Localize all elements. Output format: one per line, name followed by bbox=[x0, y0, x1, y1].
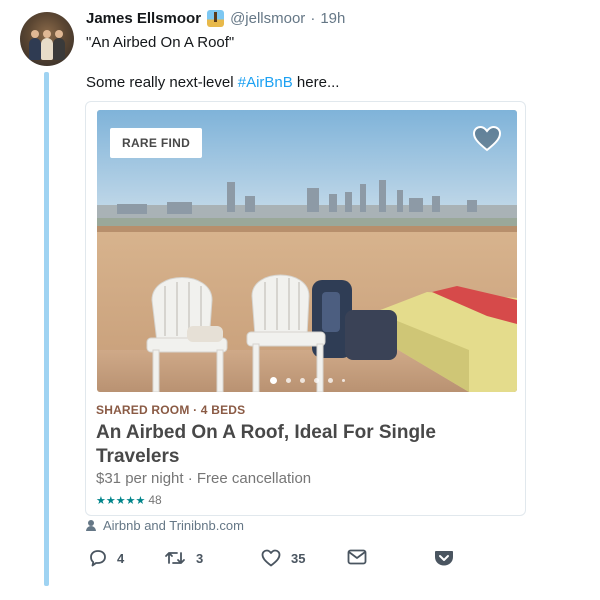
tweet-text-line2: Some really next-level #AirBnB here... bbox=[86, 73, 339, 93]
pager-dot[interactable] bbox=[341, 379, 345, 382]
avatar-face bbox=[43, 30, 51, 38]
rare-find-badge: RARE FIND bbox=[110, 128, 203, 158]
tweet-actions: 4 3 35 bbox=[86, 549, 466, 573]
heart-icon[interactable] bbox=[473, 126, 501, 152]
tweet-text-suffix: here... bbox=[292, 74, 340, 91]
like-button[interactable]: 35 bbox=[261, 549, 305, 567]
tweet-timestamp[interactable]: 19h bbox=[320, 10, 345, 27]
envelope-icon bbox=[347, 549, 367, 565]
listing-card[interactable]: RARE FIND SHARED ROOM · 4 BEDS An Airbed… bbox=[85, 101, 526, 516]
direct-message-button[interactable] bbox=[347, 549, 367, 565]
avatar-figure bbox=[29, 38, 41, 60]
beach-emoji-icon bbox=[207, 10, 225, 27]
pager-dot[interactable] bbox=[269, 377, 277, 384]
avatar-figure bbox=[41, 38, 53, 60]
price-line: $31 per night · Free cancellation bbox=[96, 470, 312, 487]
avatar[interactable] bbox=[20, 12, 74, 66]
separator-dot: · bbox=[310, 10, 316, 27]
tweet-text-prefix: Some really next-level bbox=[86, 74, 238, 91]
thread-line bbox=[44, 72, 49, 586]
author-name[interactable]: James Ellsmoor bbox=[86, 10, 201, 27]
like-icon bbox=[261, 549, 281, 567]
pager-dot[interactable] bbox=[285, 378, 291, 383]
reply-count: 4 bbox=[117, 550, 125, 566]
card-source[interactable]: Airbnb and Trinibnb.com bbox=[86, 518, 244, 533]
rating: ★★★★★ 48 bbox=[96, 493, 162, 507]
listing-title[interactable]: An Airbed On A Roof, Ideal For Single Tr… bbox=[96, 421, 506, 469]
review-count: 48 bbox=[148, 493, 162, 507]
pager-dot[interactable] bbox=[313, 378, 319, 383]
like-count: 35 bbox=[291, 550, 306, 566]
retweet-button[interactable]: 3 bbox=[164, 549, 203, 567]
pocket-icon bbox=[435, 551, 453, 566]
star-rating-icon: ★★★★★ bbox=[96, 494, 146, 507]
tweet-header: James Ellsmoor @jellsmoor · 19h bbox=[86, 10, 345, 27]
listing-photo[interactable]: RARE FIND bbox=[97, 110, 517, 392]
tweet-text-line1: "An Airbed On A Roof" bbox=[86, 34, 235, 51]
author-handle[interactable]: @jellsmoor bbox=[230, 10, 305, 27]
person-icon bbox=[86, 520, 96, 531]
pocket-button[interactable] bbox=[434, 549, 454, 567]
pager-dot[interactable] bbox=[299, 378, 305, 383]
avatar-face bbox=[31, 30, 39, 38]
hashtag-link[interactable]: #AirBnB bbox=[238, 74, 293, 91]
reply-button[interactable]: 4 bbox=[89, 549, 124, 567]
card-source-text[interactable]: Airbnb and Trinibnb.com bbox=[103, 518, 244, 533]
retweet-count: 3 bbox=[196, 550, 204, 566]
avatar-figure bbox=[53, 38, 65, 60]
reply-icon bbox=[90, 550, 106, 567]
avatar-face bbox=[55, 30, 63, 38]
retweet-icon bbox=[165, 552, 185, 564]
pager-dot[interactable] bbox=[327, 378, 333, 383]
room-type: SHARED ROOM · 4 BEDS bbox=[96, 403, 246, 417]
photo-pager[interactable] bbox=[97, 377, 517, 384]
